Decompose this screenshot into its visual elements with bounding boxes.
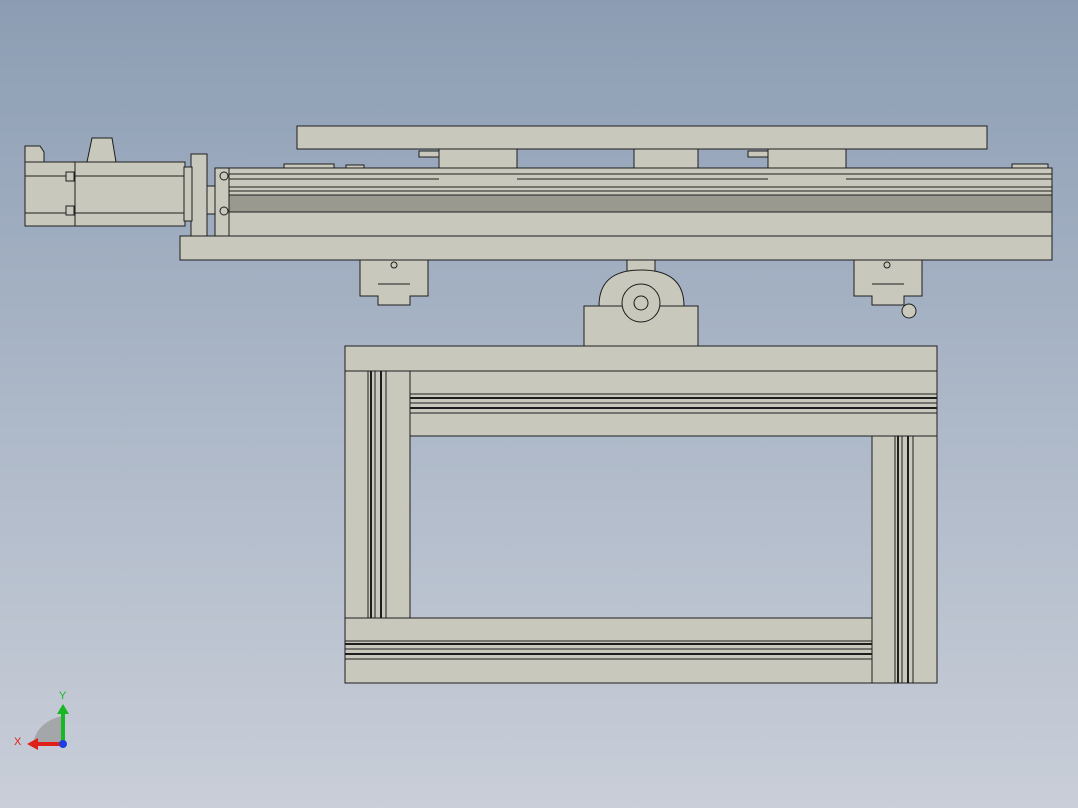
motor-notch-top [65,171,75,182]
guide-hole-right [883,261,891,269]
end-screw-bottom [219,206,229,216]
z-axis-dot [59,740,67,748]
orientation-triad[interactable]: X Y [14,690,69,750]
frame-left-profile [344,370,411,619]
adjust-knob [901,303,917,319]
carriage-block-middle [633,148,699,170]
y-axis-label: Y [59,690,67,702]
motor-connector-2 [86,137,117,163]
frame-right-profile [871,435,938,684]
x-axis-label: X [14,736,22,748]
end-screw-top [219,171,229,181]
motor-notch-bottom [65,205,75,216]
guide-hole-left [390,261,398,269]
motor-body [24,161,186,227]
motor-neck [183,166,193,222]
y-axis-arrowhead [57,704,69,714]
x-axis-arrowhead [27,738,38,750]
frame-top-cap [344,345,938,372]
carriage-tab-left [418,150,440,158]
coupling-shaft [206,185,216,215]
carriage-tab-right [747,150,769,158]
motor-connector-1 [24,145,45,163]
module-groove [228,194,1053,213]
cad-viewport[interactable]: X Y [0,0,1078,808]
base-plate [179,235,1053,261]
motor-flange [190,153,208,238]
cad-model-drawing[interactable]: X Y [0,0,1078,808]
frame-bottom-profile [344,617,873,684]
pivot-bore [633,295,649,311]
top-plate [296,125,988,150]
